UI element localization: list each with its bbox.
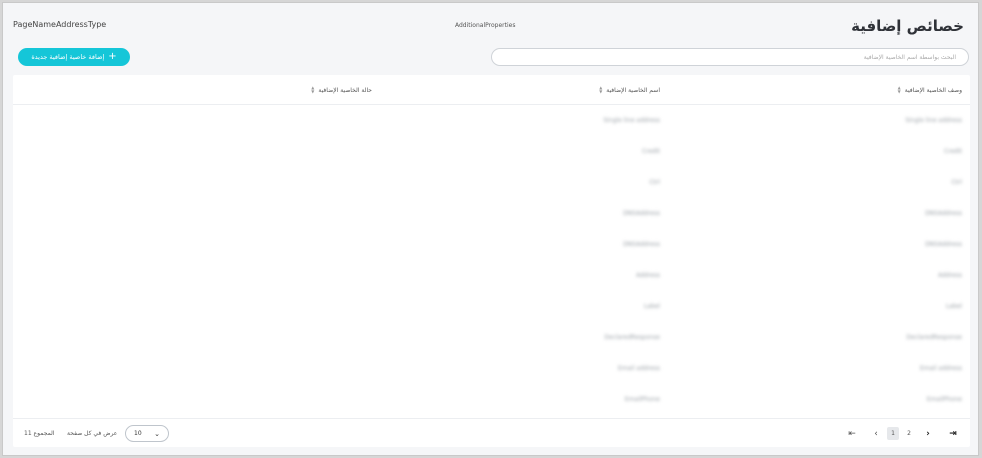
sort-icon[interactable]: ▲ ▼ bbox=[311, 86, 314, 94]
cell-name: DNSAddress bbox=[623, 241, 660, 248]
cell-name: Address bbox=[636, 272, 660, 279]
table-row[interactable]: Email address Email address bbox=[13, 354, 970, 385]
sort-icon[interactable]: ▲ ▼ bbox=[898, 86, 901, 94]
column-label: حالة الخاصية الإضافية bbox=[318, 86, 372, 94]
per-page-label: عرض في كل صفحة bbox=[67, 430, 118, 437]
cell-description: Label bbox=[945, 303, 962, 310]
cell-name: Credit bbox=[641, 148, 660, 155]
page-button-1[interactable]: 1 bbox=[887, 427, 899, 440]
search-input[interactable] bbox=[491, 48, 969, 66]
cell-description: EmailPhone bbox=[926, 396, 962, 403]
next-page-icon[interactable]: › bbox=[922, 427, 934, 440]
per-page-value: 10 bbox=[134, 430, 142, 437]
properties-table: وصف الخاصية الإضافية ▲ ▼ اسم الخاصية الإض… bbox=[13, 75, 970, 447]
cell-name: Single line address bbox=[603, 117, 660, 124]
column-header-description[interactable]: وصف الخاصية الإضافية ▲ ▼ bbox=[898, 86, 962, 94]
column-header-status[interactable]: حالة الخاصية الإضافية ▲ ▼ bbox=[311, 86, 372, 94]
cell-description: Address bbox=[938, 272, 962, 279]
add-property-button[interactable]: + إضافة خاصية إضافية جديدة bbox=[18, 48, 130, 66]
table-header: وصف الخاصية الإضافية ▲ ▼ اسم الخاصية الإض… bbox=[13, 75, 970, 105]
column-label: وصف الخاصية الإضافية bbox=[904, 86, 962, 94]
cell-name: DeclaredResponse bbox=[604, 334, 660, 341]
cell-description: DNSAddress bbox=[925, 241, 962, 248]
table-row[interactable]: DeclaredResponse DeclaredResponse bbox=[13, 323, 970, 354]
cell-name: Ctrl bbox=[649, 179, 660, 186]
table-footer: المجموع 11 عرض في كل صفحة 10 ⌄ ⇤ ‹ 1 2 ›… bbox=[13, 418, 970, 447]
column-label: اسم الخاصية الإضافية bbox=[606, 86, 660, 94]
column-header-name[interactable]: اسم الخاصية الإضافية ▲ ▼ bbox=[599, 86, 660, 94]
add-property-label: إضافة خاصية إضافية جديدة bbox=[31, 53, 105, 61]
table-row[interactable]: Ctrl Ctrl bbox=[13, 168, 970, 199]
per-page-select[interactable]: 10 ⌄ bbox=[125, 425, 169, 442]
table-row[interactable]: DNSAddress DNSAddress bbox=[13, 199, 970, 230]
table-row[interactable]: Credit Credit bbox=[13, 137, 970, 168]
app-frame: خصائص إضافية PageNameAddressType Additio… bbox=[2, 2, 979, 456]
table-row[interactable]: Single line address Single line address bbox=[13, 106, 970, 137]
sort-icon[interactable]: ▲ ▼ bbox=[599, 86, 602, 94]
last-page-icon[interactable]: ⇥ bbox=[947, 427, 959, 440]
cell-name: Email address bbox=[617, 365, 660, 372]
cell-name: DNSAddress bbox=[623, 210, 660, 217]
cell-description: Credit bbox=[943, 148, 962, 155]
page-title: خصائص إضافية bbox=[851, 17, 964, 35]
table-row[interactable]: DNSAddress DNSAddress bbox=[13, 230, 970, 261]
cell-description: Single line address bbox=[905, 117, 962, 124]
prev-page-icon[interactable]: ‹ bbox=[870, 427, 882, 440]
cell-description: Ctrl bbox=[951, 179, 962, 186]
page-button-2[interactable]: 2 bbox=[903, 427, 915, 440]
chevron-down-icon: ⌄ bbox=[154, 429, 160, 438]
cell-name: Label bbox=[643, 303, 660, 310]
cell-name: EmailPhone bbox=[624, 396, 660, 403]
total-count: المجموع 11 bbox=[24, 430, 55, 437]
table-row[interactable]: Address Address bbox=[13, 261, 970, 292]
cell-description: Email address bbox=[919, 365, 962, 372]
breadcrumb-current: AdditionalProperties bbox=[455, 22, 516, 29]
table-row[interactable]: Label Label bbox=[13, 292, 970, 323]
cell-description: DeclaredResponse bbox=[906, 334, 962, 341]
plus-icon: + bbox=[108, 51, 117, 62]
breadcrumb-page-name[interactable]: PageNameAddressType bbox=[13, 20, 106, 29]
first-page-icon[interactable]: ⇤ bbox=[846, 427, 858, 440]
table-row[interactable]: EmailPhone EmailPhone bbox=[13, 385, 970, 416]
cell-description: DNSAddress bbox=[925, 210, 962, 217]
